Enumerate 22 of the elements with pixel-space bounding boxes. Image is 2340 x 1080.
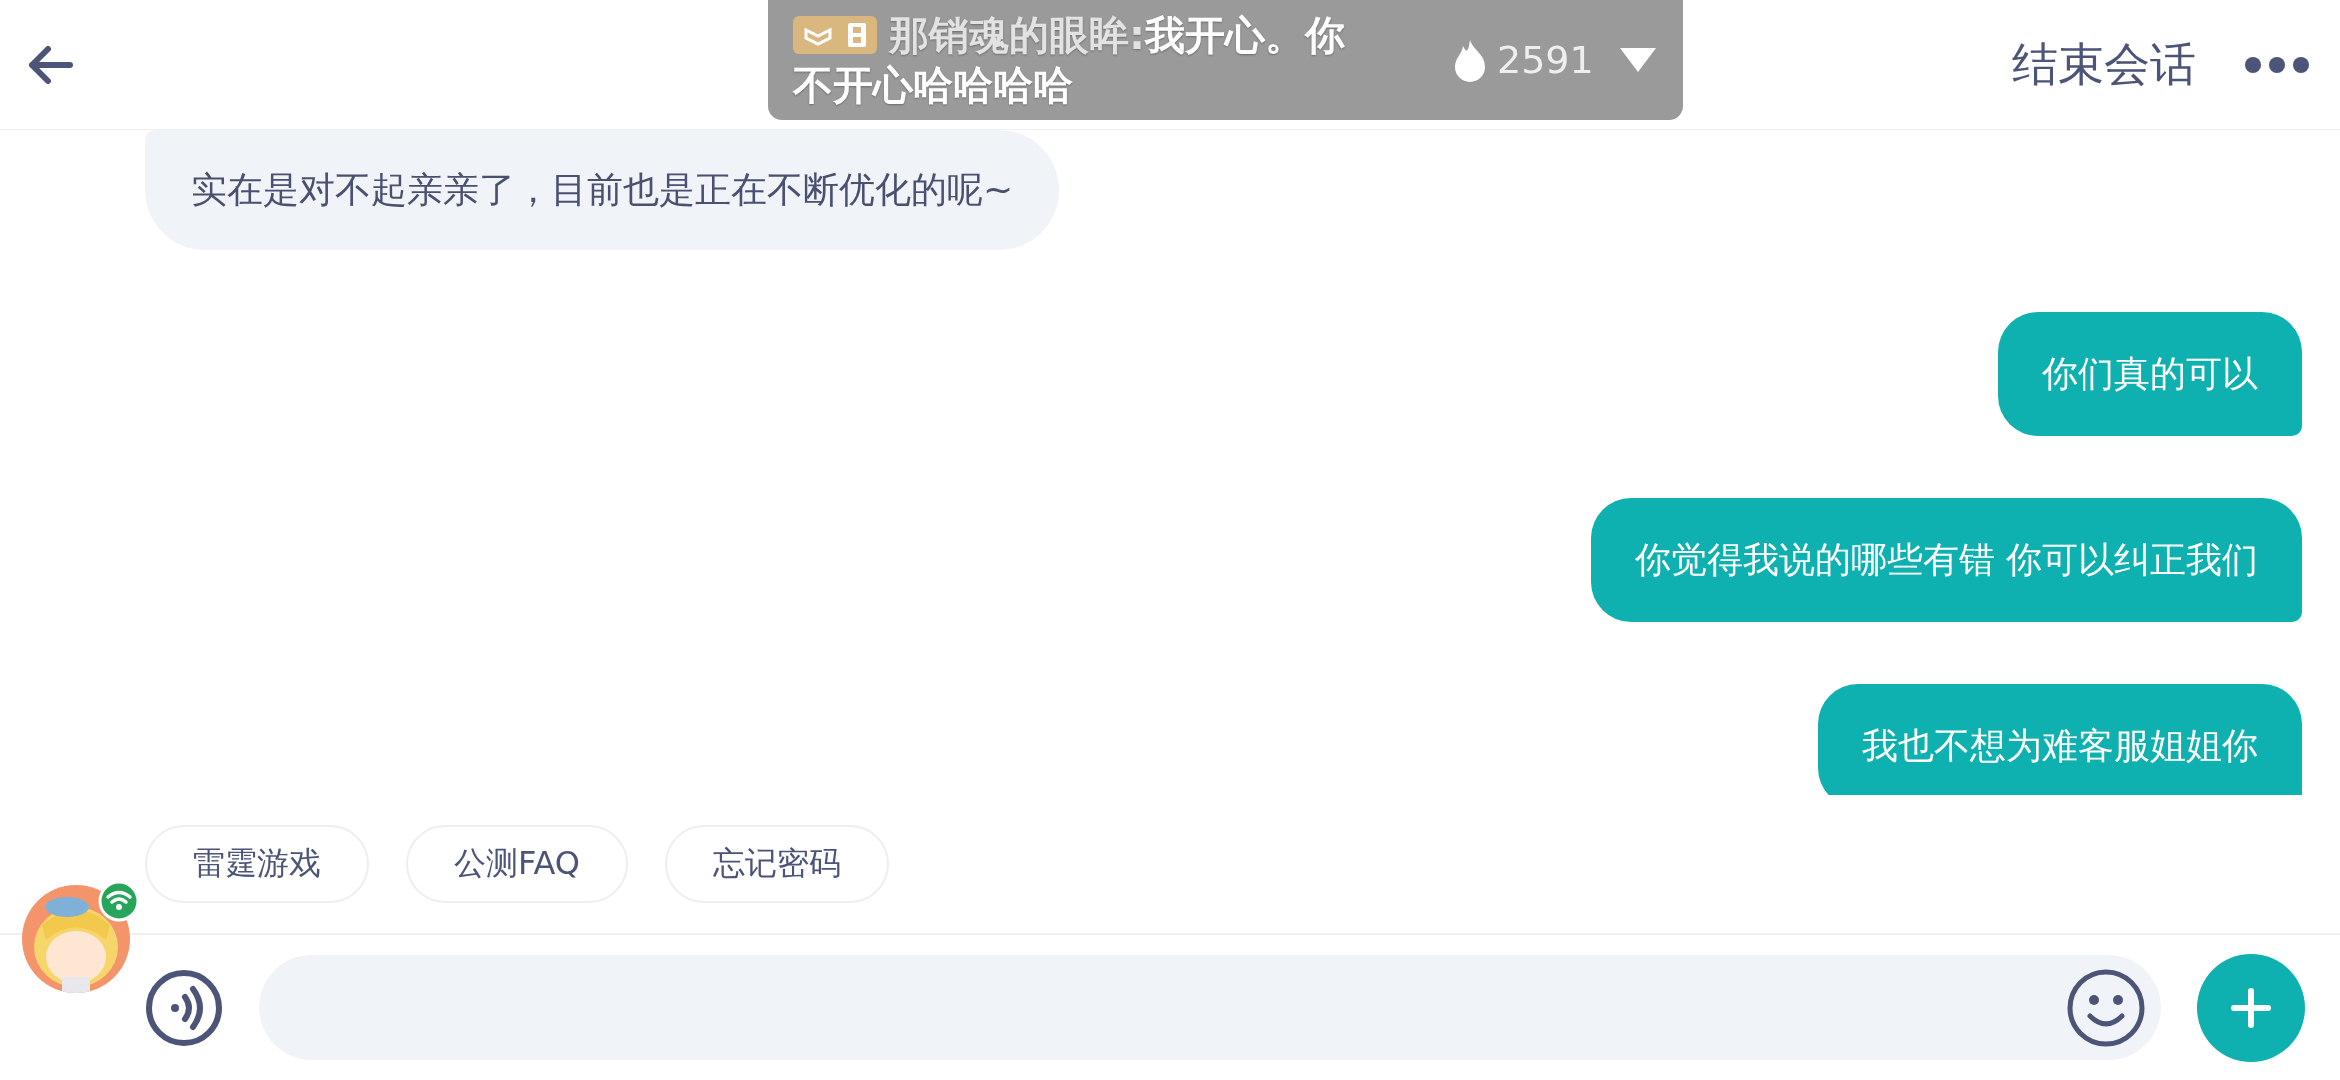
voice-button[interactable]	[145, 968, 223, 1047]
live-comment-text: 那销魂的眼眸:我开心。你	[889, 12, 1345, 58]
back-arrow-icon	[28, 43, 74, 86]
flame-icon	[1453, 38, 1487, 82]
popularity-count: 2591	[1497, 38, 1594, 82]
quick-reply-chip[interactable]: 公测FAQ	[406, 825, 628, 903]
wifi-badge-icon	[98, 880, 140, 922]
smiley-icon[interactable]	[2066, 967, 2146, 1048]
plus-icon	[2231, 987, 2271, 1028]
live-comment-text: 不开心哈哈哈哈	[793, 61, 1073, 110]
back-button[interactable]	[28, 43, 74, 86]
sent-message: 你们真的可以	[1998, 312, 2302, 436]
quick-reply-chip[interactable]: 雷霆游戏	[145, 825, 369, 903]
sent-message: 你觉得我说的哪些有错 你可以纠正我们	[1590, 498, 2302, 622]
more-icon	[2244, 55, 2310, 74]
more-button[interactable]	[2244, 55, 2310, 74]
level-badge-icon	[793, 16, 877, 54]
end-session-button[interactable]: 结束会话	[2012, 33, 2196, 96]
sent-message: 我也不想为难客服姐姐你	[1818, 684, 2302, 795]
voice-icon	[145, 968, 223, 1047]
quick-reply-chip[interactable]: 忘记密码	[665, 825, 889, 903]
received-message: 实在是对不起亲亲了，目前也是正在不断优化的呢~	[145, 130, 1060, 250]
